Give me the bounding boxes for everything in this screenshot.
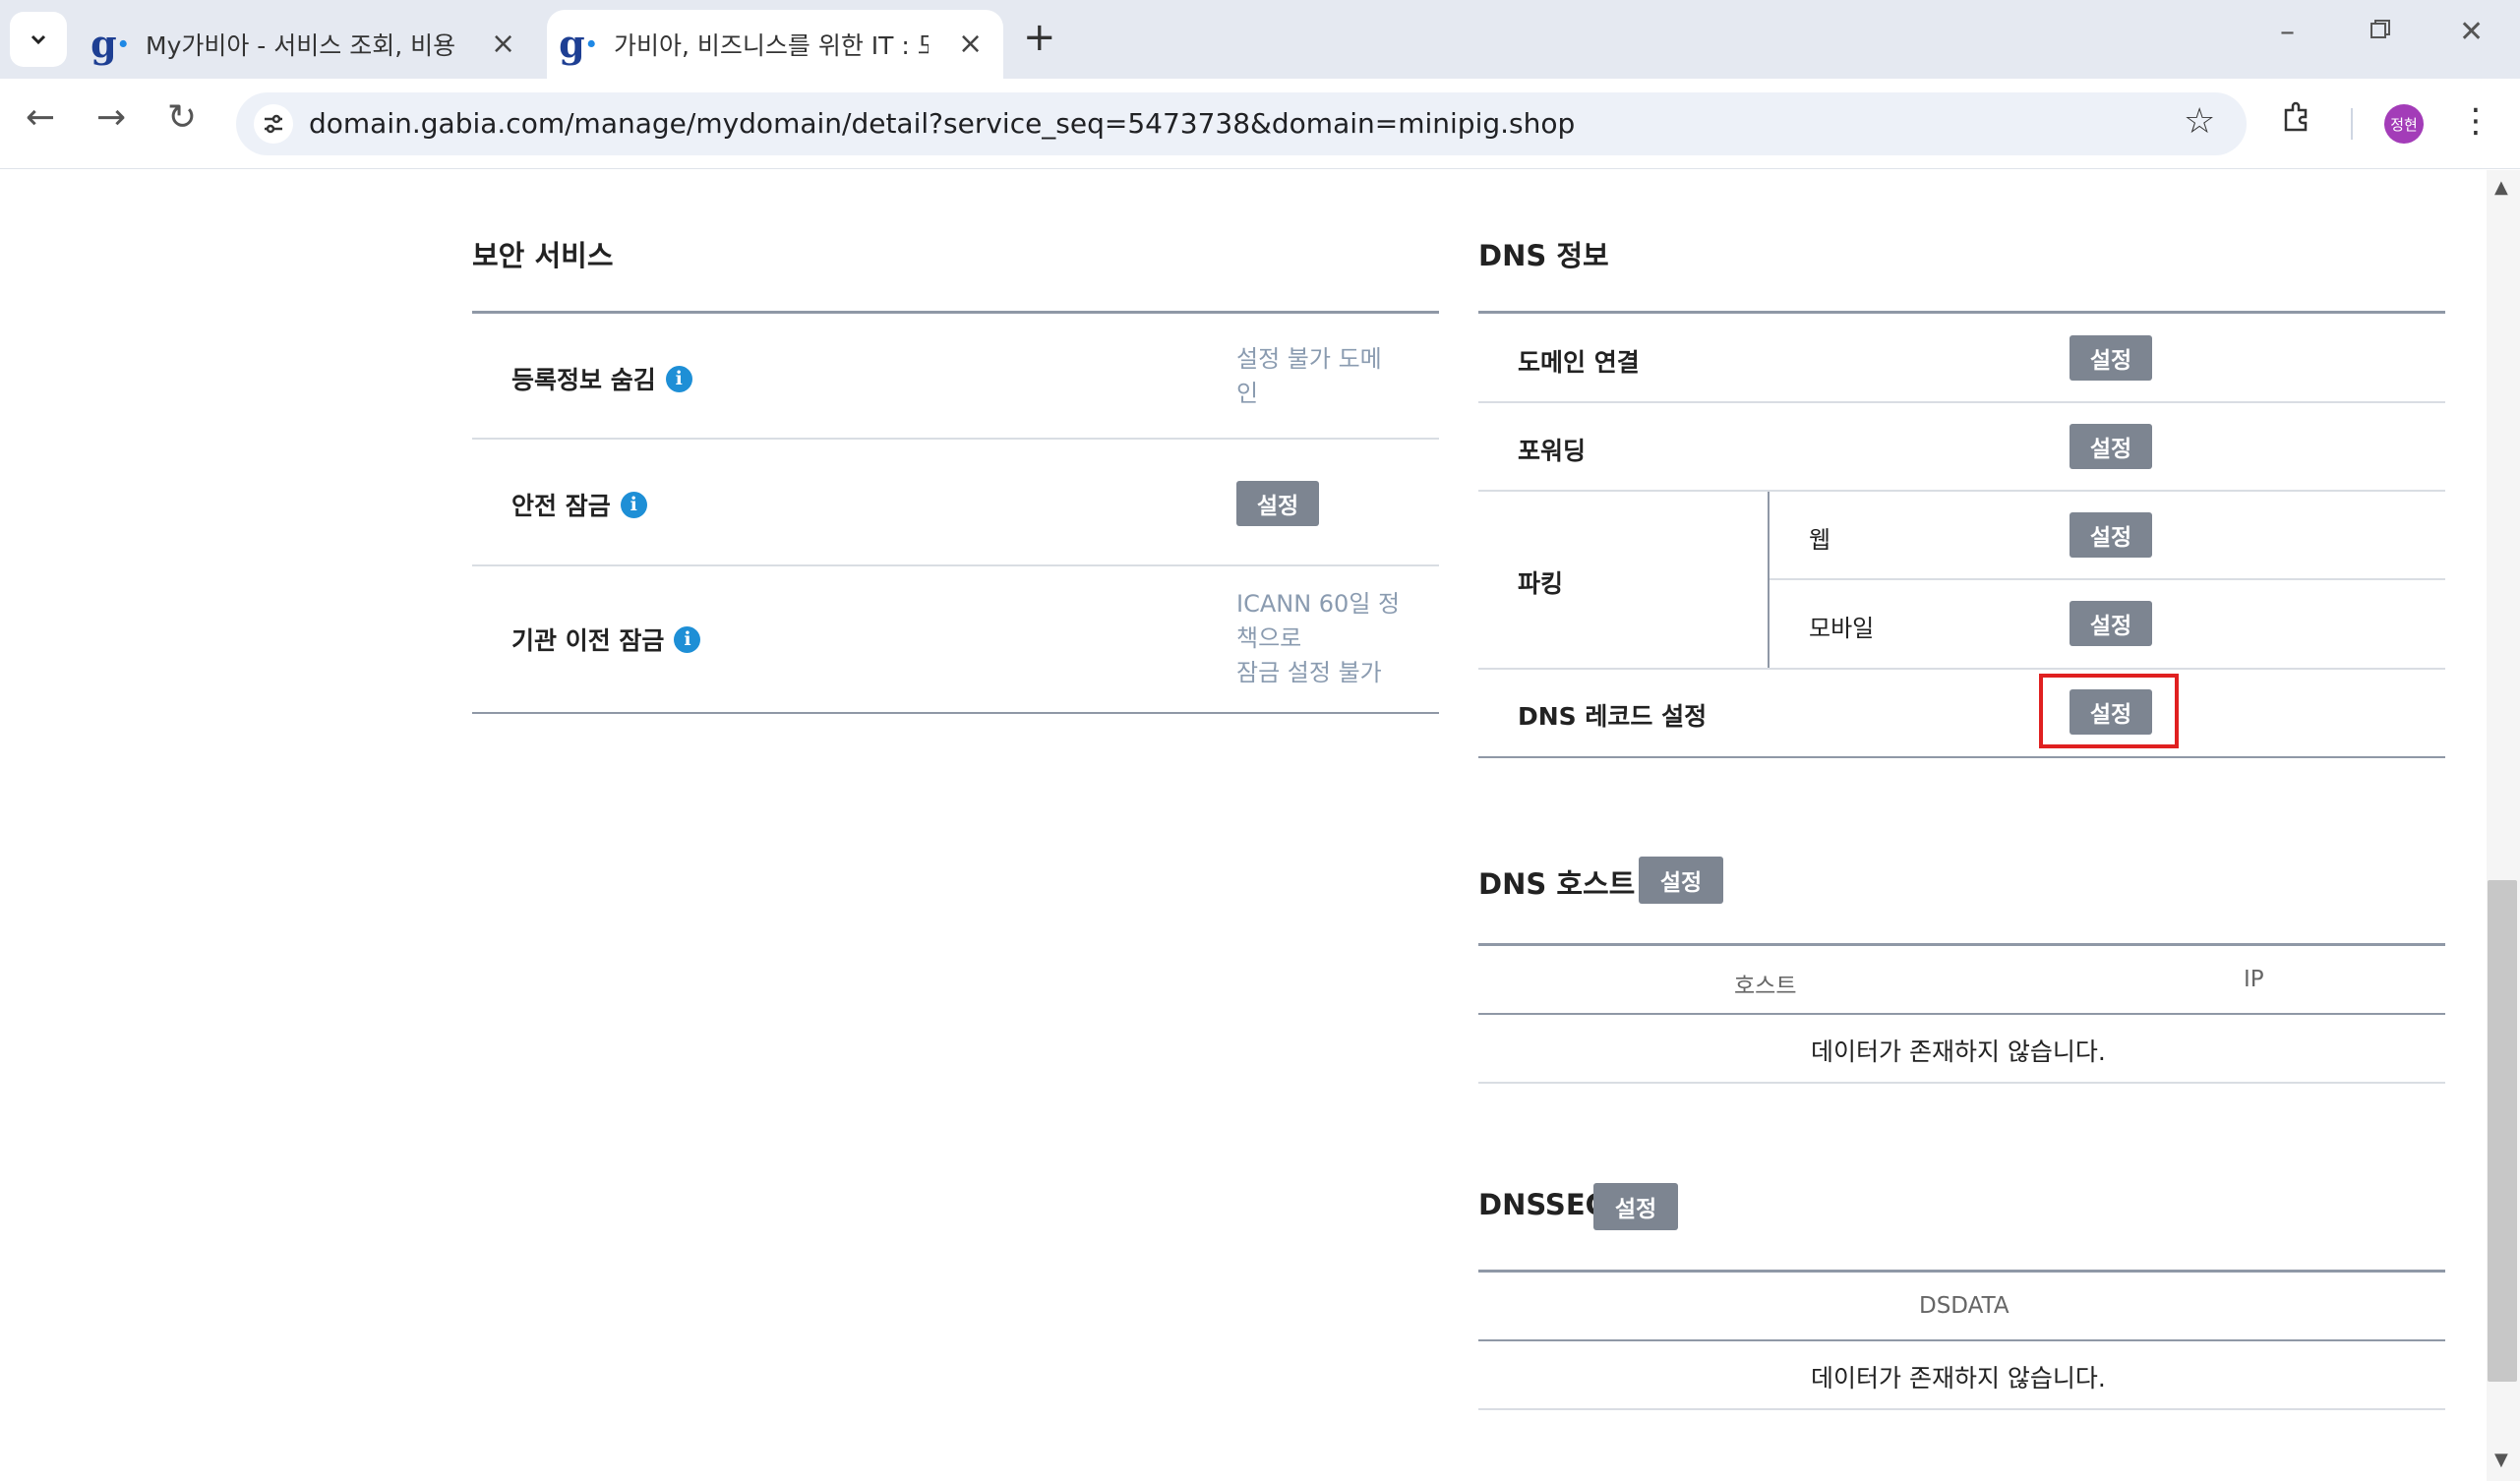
info-icon[interactable]: i	[674, 625, 701, 653]
dns-info-section-title: DNS 정보	[1478, 239, 1609, 272]
address-bar[interactable]: domain.gabia.com/manage/mydomain/detail?…	[236, 92, 2247, 155]
empty-message: 데이터가 존재하지 않습니다.	[1811, 1364, 2106, 1392]
divider	[1478, 1013, 2445, 1015]
dns-host-title: DNS 호스트	[1478, 867, 1636, 901]
page-content: 보안 서비스 등록정보 숨김 i 설정 불가 도메 인 안전 잠금 i 설정 기…	[0, 170, 2520, 1481]
divider	[1478, 1270, 2445, 1273]
divider	[472, 564, 1439, 566]
info-icon[interactable]: i	[620, 491, 647, 518]
kebab-menu-icon[interactable]: ⋮	[2459, 104, 2492, 138]
column-header-host: 호스트	[1734, 974, 1797, 999]
highlight-box	[2039, 674, 2179, 748]
safe-lock-label: 안전 잠금 i	[511, 487, 647, 522]
parking-web-label: 웹	[1809, 526, 1831, 554]
divider	[1478, 668, 2445, 670]
gabia-logo-icon: g·	[559, 22, 598, 66]
dnssec-settings-button[interactable]: 설정	[1593, 1183, 1678, 1230]
scroll-up-icon[interactable]: ▲	[2494, 177, 2508, 198]
domain-connect-settings-button[interactable]: 설정	[2070, 335, 2152, 381]
browser-tab-active[interactable]: g· 가비아, 비즈니스를 위한 IT : 도 ×	[547, 10, 1003, 79]
dns-host-settings-button[interactable]: 설정	[1639, 857, 1723, 904]
registrar-transfer-lock-label: 기관 이전 잠금 i	[511, 622, 701, 657]
empty-message: 데이터가 존재하지 않습니다.	[1811, 1037, 2106, 1066]
close-window-icon[interactable]: ✕	[2459, 18, 2484, 47]
tab-strip: g· My가비아 - 서비스 조회, 비용 × g· 가비아, 비즈니스를 위한…	[0, 0, 2520, 79]
divider	[1478, 1339, 2445, 1341]
browser-tab[interactable]: g· My가비아 - 서비스 조회, 비용 ×	[90, 10, 533, 79]
divider	[1478, 490, 2445, 492]
column-header-dsdata: DSDATA	[1919, 1293, 2010, 1319]
info-icon[interactable]: i	[665, 365, 692, 392]
divider	[1478, 1408, 2445, 1410]
parking-mobile-label: 모바일	[1809, 615, 1875, 642]
dnssec-title: DNSSEC	[1478, 1188, 1606, 1221]
registration-hide-status: 설정 불가 도메 인	[1236, 345, 1382, 407]
domain-connect-label: 도메인 연결	[1518, 348, 1640, 377]
divider	[1478, 311, 2445, 314]
divider	[472, 438, 1439, 440]
reload-icon[interactable]: ↻	[167, 100, 197, 136]
divider	[472, 712, 1439, 714]
registration-hide-label: 등록정보 숨김 i	[511, 361, 692, 396]
extensions-icon[interactable]	[2280, 100, 2313, 134]
parking-web-settings-button[interactable]: 설정	[2070, 512, 2152, 558]
divider	[1770, 578, 2445, 580]
forward-icon[interactable]: →	[96, 100, 126, 136]
forwarding-label: 포워딩	[1518, 437, 1587, 465]
column-header-ip: IP	[2244, 967, 2264, 992]
tab-title: 가비아, 비즈니스를 위한 IT : 도	[614, 31, 929, 60]
bookmark-star-icon[interactable]: ☆	[2184, 104, 2215, 140]
profile-avatar[interactable]: 정현	[2384, 104, 2424, 144]
close-icon[interactable]: ×	[491, 30, 515, 59]
security-section-title: 보안 서비스	[472, 239, 614, 272]
divider	[1478, 756, 2445, 758]
gabia-logo-icon: g·	[90, 22, 130, 66]
divider	[1478, 943, 2445, 946]
url-text[interactable]: domain.gabia.com/manage/mydomain/detail?…	[309, 107, 1575, 140]
scroll-down-icon[interactable]: ▼	[2494, 1450, 2508, 1470]
parking-mobile-settings-button[interactable]: 설정	[2070, 601, 2152, 646]
back-icon[interactable]: ←	[26, 100, 55, 136]
minimize-icon[interactable]: –	[2280, 18, 2295, 47]
site-info-icon[interactable]	[254, 104, 293, 144]
parking-vertical-divider	[1768, 492, 1770, 669]
browser-toolbar: ← → ↻ domain.gabia.com/manage/mydomain/d…	[0, 79, 2520, 169]
dns-record-label: DNS 레코드 설정	[1518, 702, 1708, 731]
forwarding-settings-button[interactable]: 설정	[2070, 424, 2152, 469]
new-tab-button[interactable]: +	[1023, 18, 1056, 57]
chevron-down-icon	[30, 34, 46, 45]
toolbar-divider	[2351, 108, 2353, 140]
safe-lock-settings-button[interactable]: 설정	[1236, 481, 1319, 526]
divider	[1478, 1082, 2445, 1084]
divider	[472, 311, 1439, 314]
tab-title: My가비아 - 서비스 조회, 비용	[146, 31, 456, 60]
restore-icon[interactable]	[2369, 18, 2392, 47]
scrollbar-thumb[interactable]	[2488, 880, 2517, 1382]
tab-search-button[interactable]	[10, 12, 67, 67]
transfer-lock-status: ICANN 60일 정 책으로 잠금 설정 불가	[1236, 590, 1401, 686]
close-icon[interactable]: ×	[958, 30, 983, 59]
parking-label: 파킹	[1518, 569, 1564, 598]
divider	[1478, 401, 2445, 403]
